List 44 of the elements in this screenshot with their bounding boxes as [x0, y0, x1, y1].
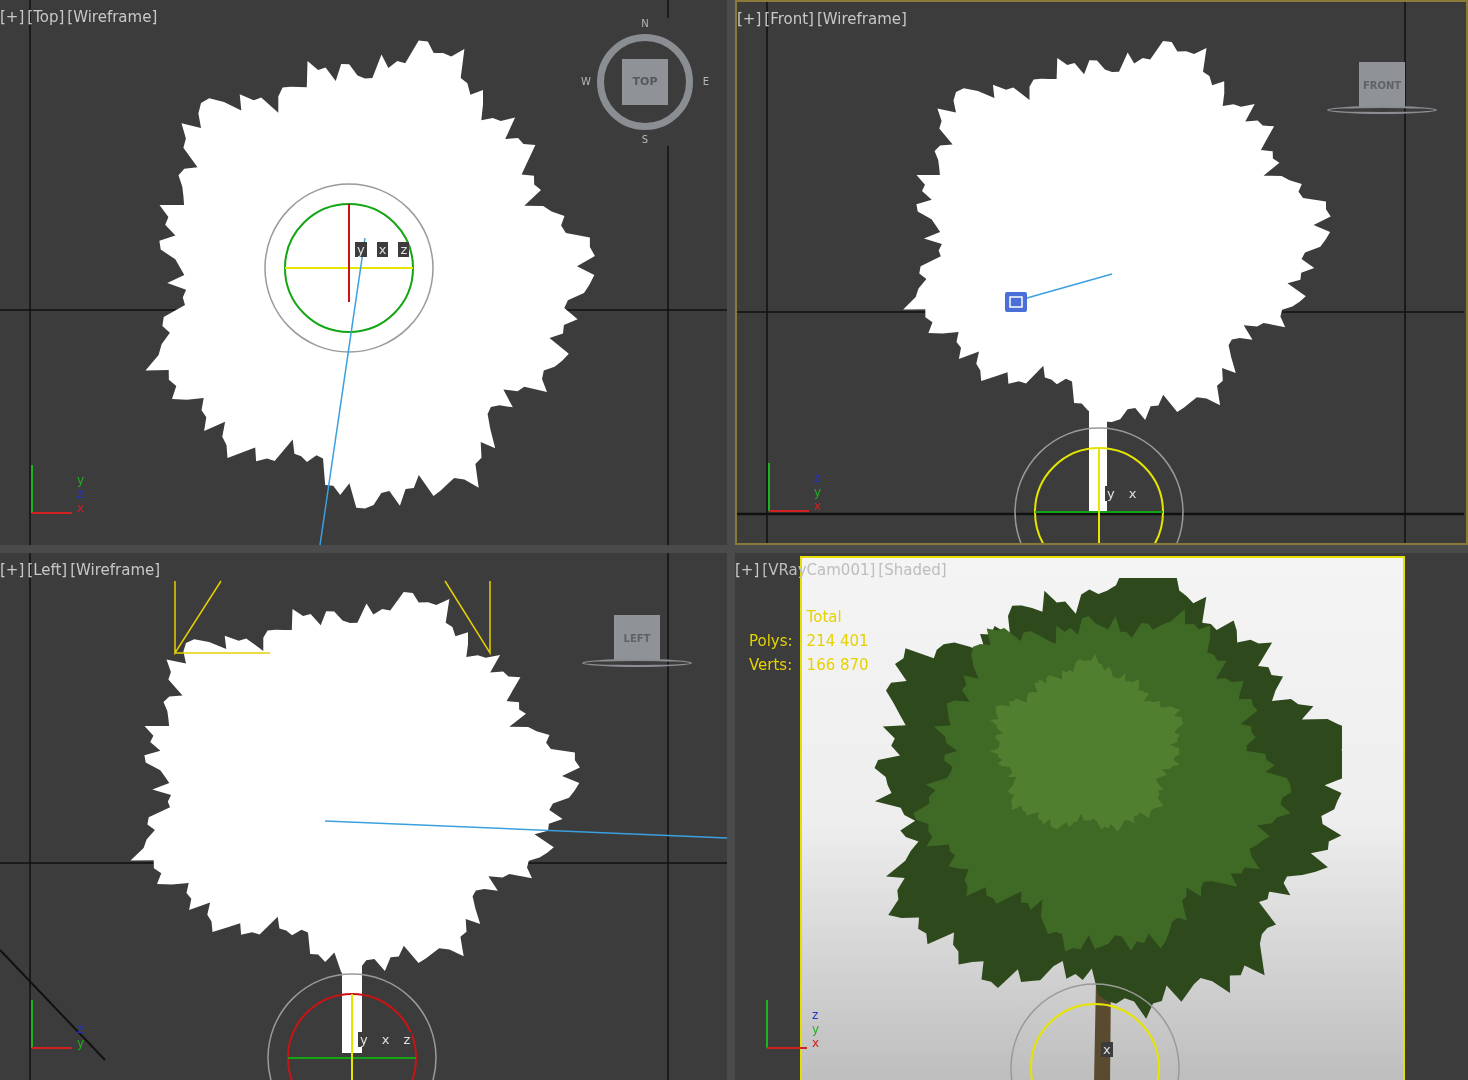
- transform-gizmo-drawing[interactable]: [1014, 427, 1184, 543]
- tree-wireframe-drawing[interactable]: [903, 41, 1331, 512]
- transform-gizmo-drawing[interactable]: [267, 973, 437, 1080]
- axis-label: z: [814, 471, 822, 485]
- viewport-menu[interactable]: [+]: [737, 8, 762, 31]
- gizmo-axis-label: x: [1101, 1042, 1113, 1057]
- stats-label: Polys:: [749, 631, 793, 652]
- tree-wireframe-drawing[interactable]: [145, 40, 595, 509]
- viewport-menu[interactable]: [Wireframe]: [70, 559, 161, 582]
- compass-letter: N: [641, 18, 649, 30]
- stats-value: 214 401: [806, 631, 869, 652]
- axis-label: y: [77, 473, 85, 487]
- gizmo-axis-label: y: [358, 1032, 370, 1047]
- axis-label: z: [812, 1008, 820, 1022]
- viewport-menu[interactable]: [+]: [0, 559, 25, 582]
- gizmo-axis-label: z: [398, 242, 410, 257]
- axis-label: z: [77, 1022, 85, 1036]
- viewport-menu[interactable]: [+]: [735, 559, 760, 582]
- axis-label: y: [814, 485, 822, 499]
- gizmo-axis-label: z: [401, 1032, 413, 1047]
- gizmo-axis-label: y: [1105, 486, 1117, 501]
- axis-label: x: [812, 1036, 820, 1050]
- axis-label: y: [812, 1022, 820, 1036]
- axis-label: x: [814, 499, 822, 513]
- viewport-menu[interactable]: [Wireframe]: [816, 8, 907, 31]
- viewport-menu[interactable]: [Left]: [27, 559, 68, 582]
- axis-label: x: [77, 501, 85, 515]
- camera-icon[interactable]: [1005, 292, 1027, 312]
- stats-value: 166 870: [806, 655, 869, 676]
- axis-label: z: [77, 487, 85, 501]
- viewport-panel[interactable]: y x z N TOP E S W [+] [Top] [Wireframe] y z x: [0, 0, 727, 545]
- compass-letter: E: [702, 76, 709, 88]
- viewport-menu[interactable]: [Top]: [27, 6, 65, 29]
- viewport-menu[interactable]: [Front]: [764, 8, 814, 31]
- compass-letter: S: [641, 134, 649, 146]
- tree-and-camera-frustum-drawing[interactable]: [130, 580, 580, 1053]
- viewport-menu[interactable]: [Wireframe]: [67, 6, 158, 29]
- compass-letter: W: [581, 76, 591, 88]
- viewport-menu[interactable]: [+]: [0, 6, 25, 29]
- gizmo-axis-label: y: [355, 242, 367, 257]
- axis-label: y: [77, 1036, 85, 1050]
- transform-gizmo-drawing[interactable]: [264, 183, 434, 353]
- stats-label: Verts:: [749, 655, 793, 676]
- stats-header: Total: [806, 607, 843, 628]
